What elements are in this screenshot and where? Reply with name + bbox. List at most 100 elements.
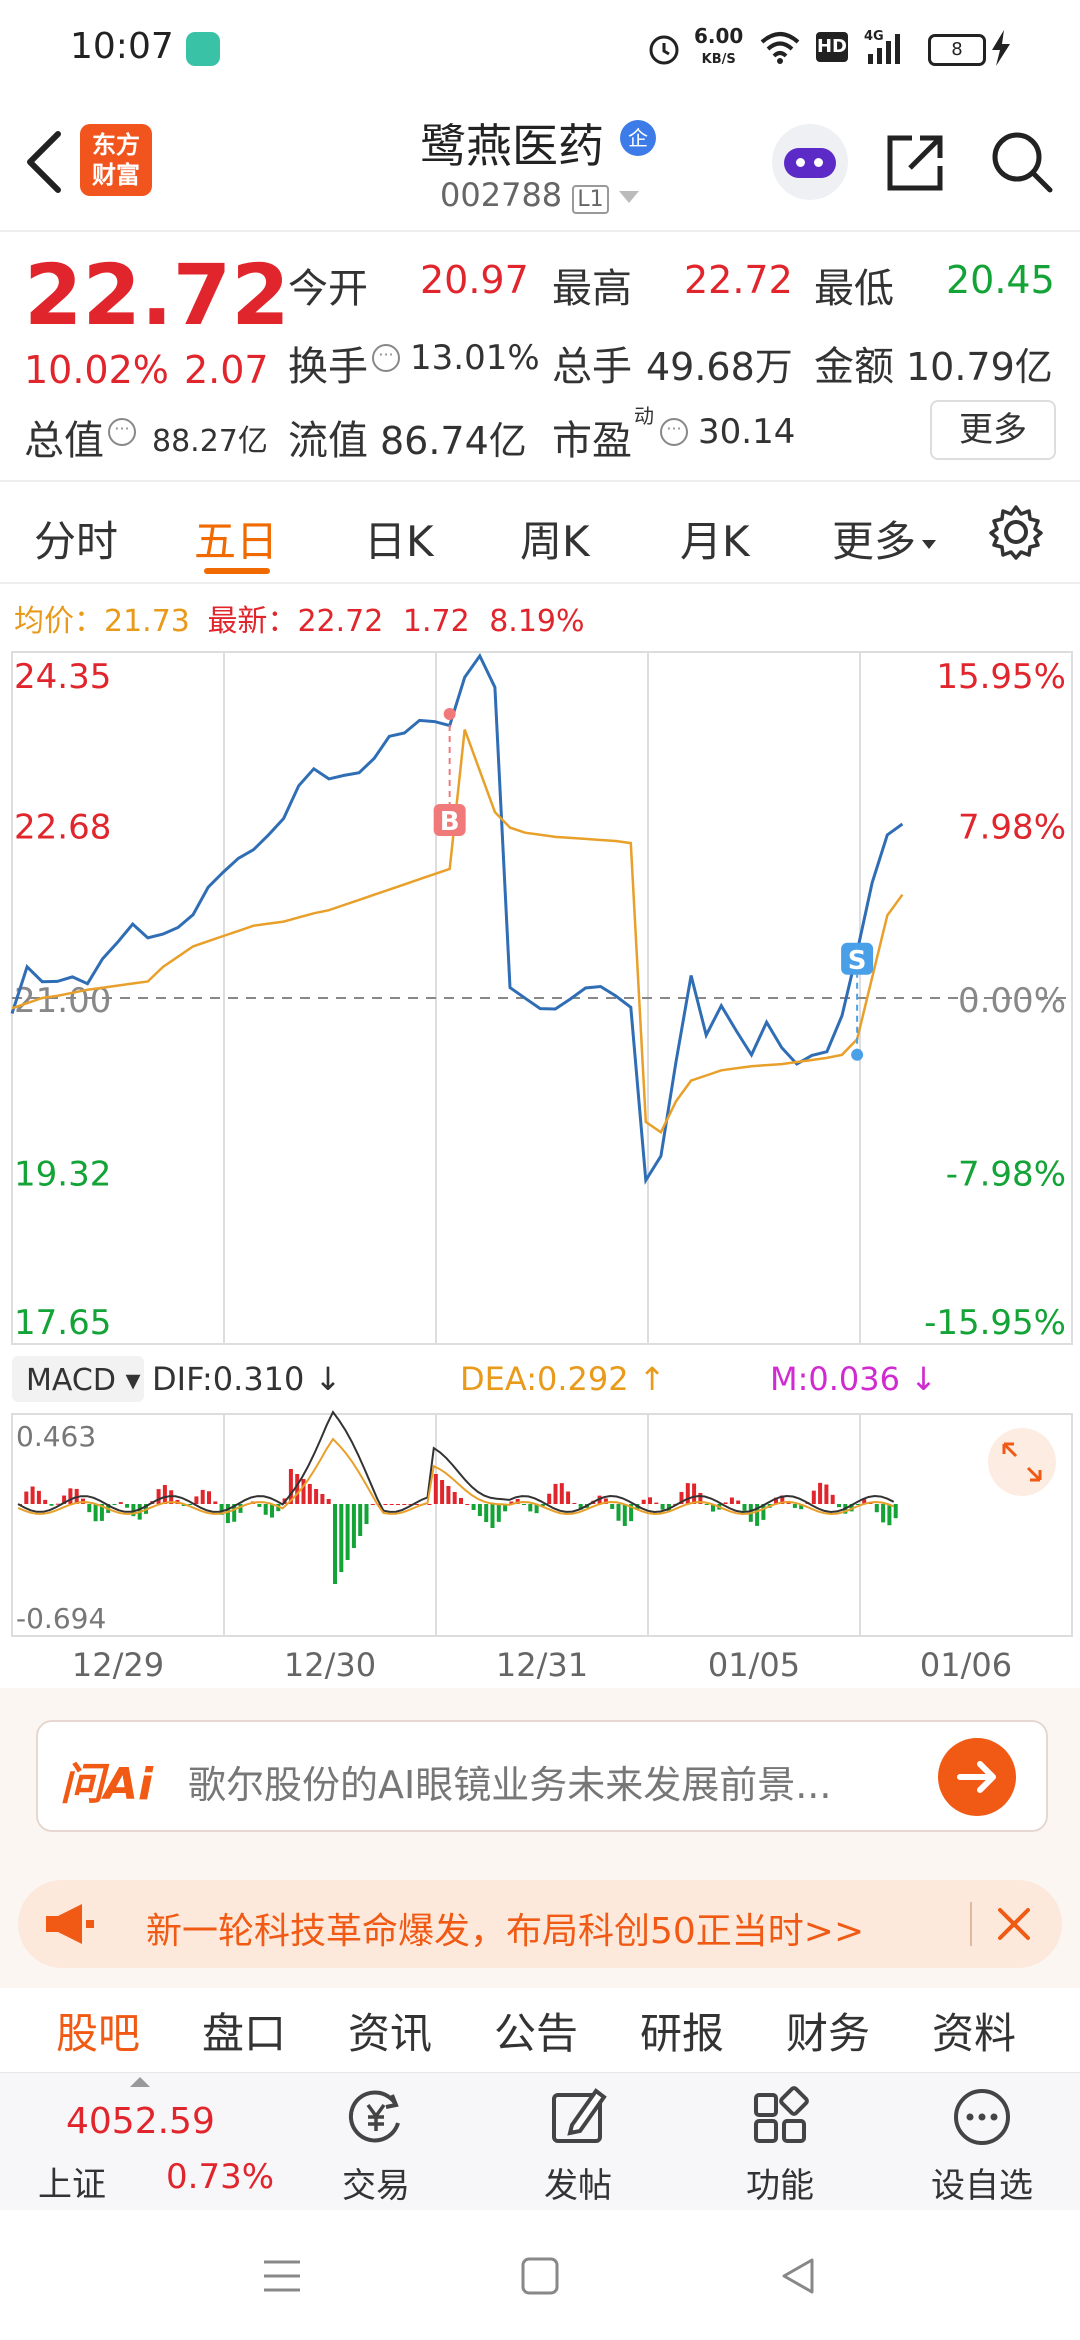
macd-bar [729, 1497, 734, 1504]
five-day-chart[interactable]: 均价：21.73 最新：22.72 1.72 8.19% 24.35 22.68 2… [0, 584, 1080, 1688]
info-circle-icon[interactable]: ··· [372, 344, 400, 372]
macd-bar [792, 1504, 797, 1508]
tab-more[interactable]: 更多 [832, 508, 937, 569]
y-tick-right: -7.98% [946, 1155, 1066, 1195]
macd-bar [528, 1504, 533, 1512]
expand-icon[interactable] [988, 1428, 1056, 1496]
open-label: 今开 [288, 266, 368, 312]
nav-functions[interactable]: 功能 [710, 2085, 850, 2207]
macd-bar [389, 1504, 394, 1505]
macd-bar [156, 1489, 161, 1504]
tab-monthly-k[interactable]: 月K [680, 508, 750, 569]
enterprise-badge: 企 [620, 120, 656, 156]
promo-zone: 问Ai 歌尔股份的AI眼镜业务未来发展前景... 新一轮科技革命爆发，布局科创5… [0, 1688, 1080, 1988]
tab-daily-k[interactable]: 日K [364, 508, 434, 569]
home-square-icon[interactable] [520, 2256, 560, 2296]
macd-bar [811, 1490, 816, 1504]
open-value: 20.97 [420, 258, 529, 302]
macd-bar [830, 1494, 835, 1504]
macd-bar [213, 1501, 218, 1504]
macd-bar [893, 1504, 898, 1519]
y-tick-left: 17.65 [14, 1303, 111, 1343]
macd-label: MACD ▾ [26, 1363, 141, 1398]
macd-bar [36, 1490, 41, 1504]
tab-five-day[interactable]: 五日 [194, 508, 278, 569]
macd-bar [207, 1491, 211, 1504]
macd-bar [370, 1504, 375, 1505]
back-triangle-icon[interactable] [778, 2256, 818, 2296]
tab-pankou[interactable]: 盘口 [202, 2000, 286, 2061]
status-bar: 10:07 6.00 KB/S HD 4G 8 [0, 0, 1080, 96]
nav-post-label: 发帖 [544, 2166, 612, 2206]
macd-bar [433, 1474, 438, 1504]
macd-bar [87, 1504, 92, 1513]
more-button[interactable]: 更多 [930, 400, 1056, 460]
macd-bar [610, 1504, 615, 1509]
yen-cycle-icon [348, 2090, 400, 2143]
signal-icon: 4G [864, 29, 900, 64]
info-circle-icon[interactable]: ··· [108, 418, 136, 446]
macd-bar [440, 1480, 445, 1504]
x-day-label: 12/31 [496, 1646, 588, 1684]
x-day-label: 01/05 [708, 1646, 800, 1684]
search-icon[interactable] [990, 130, 1054, 194]
clock: 10:07 [70, 26, 174, 67]
stock-code[interactable]: 002788 L1 [440, 176, 639, 214]
alarm-icon [649, 35, 679, 65]
macd-bar [339, 1504, 344, 1572]
index-value: 4052.59 [66, 2101, 215, 2142]
system-navigation-bar [0, 2210, 1080, 2340]
tab-profile[interactable]: 资料 [932, 2000, 1016, 2061]
tab-intraday[interactable]: 分时 [34, 508, 118, 569]
nav-add-watchlist[interactable]: 设自选 [912, 2085, 1052, 2207]
macd-bar [314, 1489, 319, 1504]
mktcap-label: 总值 [24, 418, 104, 464]
macd-bar [465, 1504, 470, 1505]
back-arrow-icon[interactable] [22, 130, 66, 194]
macd-bar [383, 1504, 388, 1505]
index-ticker[interactable]: 4052.59 上证 0.73% [30, 2073, 290, 2211]
y-tick-left: 19.32 [14, 1155, 111, 1195]
tab-guba[interactable]: 股吧 [56, 2000, 140, 2061]
macd-bar [351, 1504, 356, 1548]
tab-news[interactable]: 资讯 [348, 2000, 432, 2061]
info-circle-icon[interactable]: ··· [660, 418, 688, 446]
macd-bar [459, 1498, 463, 1504]
macd-dif: DIF:0.310 ↓ [152, 1360, 341, 1398]
nav-trade-label: 交易 [342, 2166, 410, 2206]
macd-bar [471, 1504, 476, 1510]
chart-info-line: 均价：21.73 最新：22.72 1.72 8.19% [14, 604, 585, 639]
tab-weekly-k[interactable]: 周K [520, 508, 590, 569]
mktcap-value: 88.27亿 [152, 424, 268, 459]
settings-gear-icon[interactable] [988, 504, 1044, 560]
macd-bar [263, 1504, 268, 1515]
tab-research[interactable]: 研报 [640, 2000, 724, 2061]
macd-bar [685, 1483, 690, 1504]
price-chart-svg[interactable]: 24.35 22.68 21.00 19.32 17.65 15.95% 7.98% 0.00… [0, 644, 1080, 1688]
pe-value: 30.14 [698, 412, 796, 452]
high-label: 最高 [552, 266, 632, 312]
bottom-toolbar: 4052.59 上证 0.73% 交易 发帖 功能 设自选 [0, 2072, 1080, 2211]
volume-value: 49.68万 [646, 345, 793, 389]
ai-search-bar[interactable]: 问Ai 歌尔股份的AI眼镜业务未来发展前景... [36, 1720, 1048, 1832]
grid-apps-icon [754, 2086, 809, 2143]
menu-icon[interactable] [262, 2256, 302, 2296]
ai-submit-button[interactable] [938, 1738, 1016, 1816]
promo-banner[interactable]: 新一轮科技革命爆发，布局科创50正当时>> [18, 1880, 1062, 1968]
tab-finance[interactable]: 财务 [786, 2000, 870, 2061]
close-icon[interactable] [994, 1904, 1034, 1944]
nav-post[interactable]: 发帖 [508, 2085, 648, 2207]
share-icon[interactable] [884, 132, 946, 194]
macd-top-label: 0.463 [16, 1420, 96, 1453]
nav-trade[interactable]: 交易 [306, 2085, 446, 2207]
tab-announcements[interactable]: 公告 [494, 2000, 578, 2061]
macd-bar [43, 1499, 48, 1504]
megaphone-icon [46, 1904, 94, 1944]
robot-assistant-icon[interactable] [772, 124, 848, 200]
macd-bar [118, 1502, 123, 1504]
more-circle-icon [954, 2089, 1010, 2145]
x-day-label: 12/29 [72, 1646, 164, 1684]
macd-frame [11, 1413, 1073, 1637]
macd-bar [522, 1504, 526, 1505]
volume-label: 总手 [552, 344, 632, 390]
